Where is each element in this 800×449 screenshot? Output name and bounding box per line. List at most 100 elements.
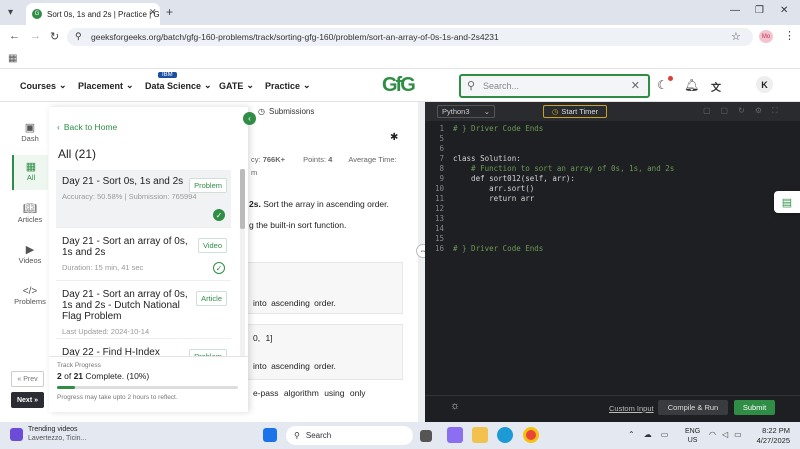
line-number: 8 xyxy=(439,164,444,173)
compile-run-button[interactable]: Compile & Run xyxy=(658,400,728,415)
new-tab-icon[interactable]: + xyxy=(166,5,173,19)
back-icon[interactable]: ← xyxy=(9,30,20,42)
ibm-badge: IBM xyxy=(158,72,177,78)
restore-icon[interactable]: ❐ xyxy=(755,5,764,16)
code-text: # } Driver Code Ends xyxy=(453,244,544,253)
code-line[interactable]: 10 arr.sort() xyxy=(430,184,790,194)
chat-fab[interactable]: ▤ xyxy=(774,191,800,213)
code-text: return arr xyxy=(453,194,535,203)
progress-bar-fill xyxy=(57,386,76,389)
windows-start-icon[interactable] xyxy=(263,428,277,442)
code-line[interactable]: 7 class Solution: xyxy=(430,154,790,164)
prev-button[interactable]: « Prev xyxy=(11,371,44,387)
code-line[interactable]: 9 def sort012(self, arr): xyxy=(430,174,790,184)
clear-search-icon[interactable]: ✕ xyxy=(631,79,640,92)
list-item[interactable]: Day 22 - Find H-Index Problem xyxy=(56,341,231,357)
forward-icon[interactable]: → xyxy=(30,30,41,42)
code-line[interactable]: 13 xyxy=(430,214,790,224)
nav-practice[interactable]: Practice ⌄ xyxy=(265,80,311,91)
code-line[interactable]: 11 return arr xyxy=(430,194,790,204)
chevron-down-icon: ⌄ xyxy=(59,80,67,90)
url-field[interactable]: ⚲ geeksforgeeks.org/batch/gfg-160-proble… xyxy=(67,28,753,46)
progress-bar xyxy=(57,386,238,389)
problem-stats: cy: 766K+ Points: 4 Average Time: xyxy=(251,155,397,164)
brightness-icon[interactable]: ☼ xyxy=(450,400,460,412)
bookmark-star-icon[interactable]: ☆ xyxy=(731,30,741,43)
code-line[interactable]: 6 xyxy=(430,144,790,154)
site-search-field[interactable]: ⚲ Search... ✕ xyxy=(459,74,650,98)
report-bug-icon[interactable]: ✱ xyxy=(390,132,398,143)
card-title: Day 21 - Sort an array of 0s, 1s and 2s xyxy=(62,236,188,258)
rail-articles[interactable]: 📖︎ Articles xyxy=(14,202,46,224)
copilot-icon[interactable] xyxy=(447,427,463,443)
profile-avatar[interactable]: Mo xyxy=(759,30,773,43)
list-item[interactable]: Day 21 - Sort an array of 0s, 1s and 2s … xyxy=(56,283,231,339)
language-indicator[interactable]: ENG US xyxy=(685,427,700,445)
scrollbar-thumb[interactable] xyxy=(240,169,245,229)
language-label: Python3 xyxy=(442,107,470,116)
reload-icon[interactable]: ↻ xyxy=(50,30,59,43)
list-item[interactable]: Day 21 - Sort an array of 0s, 1s and 2s D… xyxy=(56,230,231,281)
browser-tab[interactable]: G Sort 0s, 1s and 2s | Practice | Ge xyxy=(26,3,160,25)
nav-courses[interactable]: Courses ⌄ xyxy=(20,80,67,91)
rail-videos[interactable]: ▶︎ Videos xyxy=(14,243,46,265)
progress-total: 21 xyxy=(73,371,84,381)
language-select[interactable]: Python3 ⌄ xyxy=(437,105,495,118)
code-line[interactable]: 5 xyxy=(430,134,790,144)
user-avatar[interactable]: K xyxy=(756,76,773,93)
bell-icon[interactable]: 🔔︎ xyxy=(684,78,699,92)
clock-date: 4/27/2025 xyxy=(756,436,790,445)
gfg-logo[interactable]: GfG xyxy=(382,74,416,97)
site-info-icon[interactable]: ⚲ xyxy=(75,31,82,42)
rail-articles-label: Articles xyxy=(17,215,43,224)
chrome-icon[interactable] xyxy=(523,427,539,443)
line-number: 6 xyxy=(439,144,444,153)
task-view-icon[interactable] xyxy=(420,430,432,442)
submit-button[interactable]: Submit xyxy=(734,400,775,415)
list-item[interactable]: Day 21 - Sort 0s, 1s and 2s Accuracy: 50.… xyxy=(56,170,231,228)
nav-data-science[interactable]: Data Science ⌄ xyxy=(145,80,212,91)
track-progress: Track Progress 2 of 21 Complete. (10%) P… xyxy=(49,356,248,412)
code-line[interactable]: 16 # } Driver Code Ends xyxy=(430,244,790,254)
code-area[interactable]: 1 # } Driver Code Ends 5 6 7 class Solution: 8… xyxy=(430,124,790,254)
code-line[interactable]: 12 xyxy=(430,204,790,214)
weather-widget[interactable]: Trending videos Lavertezzo, Ticin... xyxy=(10,425,86,443)
apps-grid-icon[interactable]: ▦ xyxy=(8,53,17,64)
rail-problems[interactable]: </> Problems xyxy=(12,286,48,306)
rail-problems-label: Problems xyxy=(14,297,46,306)
code-line[interactable]: 15 xyxy=(430,234,790,244)
nav-gate[interactable]: GATE ⌄ xyxy=(219,80,254,91)
browser-menu-icon[interactable]: ⋮ xyxy=(784,29,795,42)
clock[interactable]: 8:22 PM 4/27/2025 xyxy=(752,426,790,446)
minimize-icon[interactable]: — xyxy=(730,5,740,16)
code-line[interactable]: 14 xyxy=(430,224,790,234)
translate-icon[interactable]: 文 xyxy=(711,79,721,94)
pane-divider[interactable] xyxy=(418,102,425,422)
close-window-icon[interactable]: ✕ xyxy=(780,5,788,16)
rail-all[interactable]: ▦ All xyxy=(12,155,48,190)
start-timer-button[interactable]: ◷ Start Timer xyxy=(543,105,607,118)
card-title: Day 21 - Sort an array of 0s, 1s and 2s … xyxy=(62,289,188,322)
taskbar-search-label: Search xyxy=(305,431,332,440)
close-tab-icon[interactable]: ✕ xyxy=(149,7,157,18)
custom-input-link[interactable]: Custom Input xyxy=(609,404,654,413)
tab-search-icon[interactable]: ▾ xyxy=(8,7,13,18)
submissions-tab[interactable]: ◷ Submissions xyxy=(258,107,314,116)
file-explorer-icon[interactable] xyxy=(472,427,488,443)
nav-placement[interactable]: Placement ⌄ xyxy=(78,80,134,91)
code-line[interactable]: 1 # } Driver Code Ends xyxy=(430,124,790,134)
code-line[interactable]: 8 # Function to sort an array of 0s, 1s,… xyxy=(430,164,790,174)
rail-dash[interactable]: ▣ Dash xyxy=(16,121,44,143)
panel-scrollbar[interactable] xyxy=(240,169,245,359)
editor-toolbar-icons: ▢▢↻⚙⛶ xyxy=(703,106,788,115)
taskbar-search[interactable]: ⚲ Search xyxy=(286,426,413,445)
weather-subtitle: Lavertezzo, Ticin... xyxy=(28,435,87,442)
nav-placement-label: Placement xyxy=(78,80,124,91)
collapse-panel-button[interactable]: ‹ xyxy=(243,112,256,125)
system-tray-status[interactable]: ◠◁▭ xyxy=(709,430,748,439)
card-title: Day 21 - Sort 0s, 1s and 2s xyxy=(62,176,184,187)
next-button[interactable]: Next » xyxy=(11,392,44,408)
theme-toggle-icon[interactable]: ☾ xyxy=(657,78,668,92)
edge-icon[interactable] xyxy=(497,427,513,443)
back-to-home-link[interactable]: ‹ Back to Home xyxy=(57,122,117,132)
